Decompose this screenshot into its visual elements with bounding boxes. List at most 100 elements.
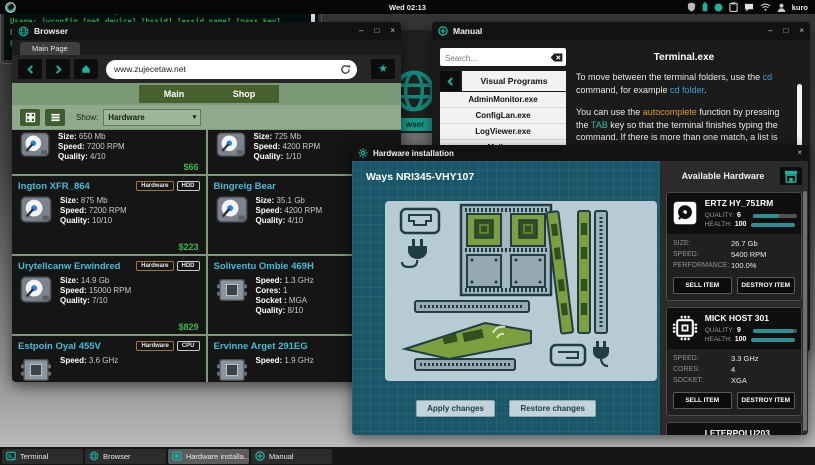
clear-search-icon[interactable] [550, 53, 563, 62]
shop-item[interactable]: Urytellcanw Erwindred Hardware HDD Size:… [12, 256, 206, 334]
ram-icon [672, 430, 698, 435]
nav-forward-button[interactable] [46, 59, 70, 79]
quality-bar [753, 329, 797, 333]
cpu-icon [20, 356, 52, 382]
article-paragraph: To move between the terminal folders, us… [576, 71, 792, 96]
destroy-item-button[interactable]: DESTROY ITEM [737, 392, 796, 409]
item-badge: Hardware [136, 341, 173, 351]
home-icon [81, 64, 91, 74]
restore-changes-button[interactable]: Restore changes [509, 400, 595, 417]
motherboard-name: Ways NRI345-VHY107 [366, 171, 474, 183]
chevron-down-icon: ▾ [193, 113, 197, 121]
close-button[interactable]: × [797, 149, 802, 157]
shop-item[interactable]: Ington XFR_864 Hardware HDD Size: 875 Mb… [12, 176, 206, 254]
item-name: Bingreig Bear [214, 181, 355, 192]
site-tab-main[interactable]: Main [139, 85, 209, 103]
close-button[interactable]: × [799, 27, 804, 35]
panel-scrollbar[interactable] [803, 191, 807, 431]
manual-list-item[interactable]: LogViewer.exe [440, 124, 566, 140]
browser-tab[interactable]: Main Page [20, 42, 80, 55]
hardware-titlebar[interactable]: Hardware installation × [352, 145, 808, 161]
item-name: Soliventu Ombie 469H [214, 261, 355, 272]
home-button[interactable] [74, 59, 98, 79]
item-name: Ington XFR_864 [18, 181, 133, 192]
item-name: Estpoin Oyal 455V [18, 341, 133, 352]
apply-changes-button[interactable]: Apply changes [416, 400, 495, 417]
bookmark-button[interactable]: ★ [371, 59, 395, 79]
minimize-button[interactable]: – [768, 27, 772, 35]
hardware-card[interactable]: MICK HOST 301 QUALITY:9 HEALTH:100 SPEED… [666, 307, 802, 416]
shop-item[interactable]: Size: 650 Mb Speed: 7200 RPM Quality: 4/… [12, 130, 206, 174]
hardware-card[interactable]: ERTZ HY_751RM QUALITY:6 HEALTH:100 SIZE:… [666, 192, 802, 301]
manual-titlebar[interactable]: Manual – □ × [432, 22, 810, 40]
motherboard-diagram[interactable] [385, 201, 657, 381]
show-label: Show: [76, 113, 98, 122]
ghost-window-label: wser [398, 118, 432, 131]
window-title: Hardware installation [373, 149, 786, 158]
window-title: Browser [34, 26, 348, 36]
manual-section-title: Visual Programs [462, 71, 566, 91]
sell-item-button[interactable]: SELL ITEM [673, 277, 732, 294]
item-badge: HDD [177, 261, 200, 271]
hardware-name: MICK HOST 301 [705, 313, 797, 323]
shop-item-list: Size: 650 Mb Speed: 7200 RPM Quality: 4/… [12, 129, 401, 382]
item-badge: CPU [177, 341, 200, 351]
hdd-icon [216, 132, 246, 158]
maximize-button[interactable]: □ [783, 27, 788, 35]
hardware-name: ERTZ HY_751RM [705, 198, 797, 208]
item-price: $223 [178, 242, 198, 252]
cpu-icon [216, 276, 248, 304]
refresh-icon[interactable] [340, 64, 351, 75]
list-icon [50, 112, 61, 123]
motherboard-view: Ways NRI345-VHY107 [352, 161, 660, 435]
category-dropdown[interactable]: Hardware▾ [103, 109, 201, 126]
cpu-icon [216, 356, 248, 382]
hdd-icon [20, 196, 52, 224]
shop-item[interactable]: Estpoin Oyal 455V Hardware CPU Speed: 3.… [12, 336, 206, 382]
hardware-card[interactable]: LETERPOI U203 QUALITY:10 [666, 422, 802, 435]
manual-app-icon [438, 26, 448, 36]
minimize-button[interactable]: – [359, 27, 363, 35]
destroy-item-button[interactable]: DESTROY ITEM [737, 277, 796, 294]
available-hardware-panel: Available Hardware ERTZ HY_751RM QUALITY… [660, 161, 808, 435]
chevron-left-icon [446, 76, 455, 87]
shop-button[interactable] [780, 167, 802, 185]
cpu-icon [672, 315, 698, 341]
item-price: $66 [183, 162, 198, 172]
plus-circle-icon [255, 451, 265, 461]
url-input[interactable] [112, 63, 340, 75]
url-bar[interactable] [106, 60, 357, 79]
chevron-right-icon [54, 64, 63, 75]
browser-titlebar[interactable]: Browser – □ × [12, 22, 401, 40]
manual-list-item[interactable]: ConfigLan.exe [440, 108, 566, 124]
globe-icon [398, 68, 432, 114]
terminal-icon [6, 451, 16, 461]
window-icon [172, 451, 182, 461]
maximize-button[interactable]: □ [374, 27, 379, 35]
hdd-icon [20, 132, 50, 158]
hdd-icon [216, 196, 248, 224]
quality-bar [753, 214, 797, 218]
manual-list-item[interactable]: AdminMonitor.exe [440, 92, 566, 108]
item-name: Ervinne Arget 291EG [214, 341, 355, 352]
item-badge: Hardware [136, 261, 173, 271]
list-view-button[interactable] [45, 109, 65, 126]
nav-back-button[interactable] [18, 59, 42, 79]
system-top-bar: Wed 02:13 kuro [0, 0, 815, 14]
grid-view-button[interactable] [20, 109, 40, 126]
chevron-left-icon [26, 64, 35, 75]
back-button[interactable] [440, 71, 460, 91]
site-tab-shop[interactable]: Shop [209, 85, 279, 103]
health-bar [751, 338, 795, 342]
sell-item-button[interactable]: SELL ITEM [673, 392, 732, 409]
item-badge: HDD [177, 181, 200, 191]
taskbar-item-browser[interactable]: Browser [85, 449, 166, 464]
hdd-icon [20, 276, 52, 304]
star-icon: ★ [378, 64, 388, 75]
taskbar-item-hardware-installation[interactable]: Hardware installa... [168, 449, 249, 464]
taskbar-item-terminal[interactable]: Terminal [2, 449, 83, 464]
close-button[interactable]: × [390, 27, 395, 35]
article-title: Terminal.exe [576, 52, 792, 63]
taskbar-item-manual[interactable]: Manual [251, 449, 332, 464]
manual-search-input[interactable] [440, 50, 566, 68]
